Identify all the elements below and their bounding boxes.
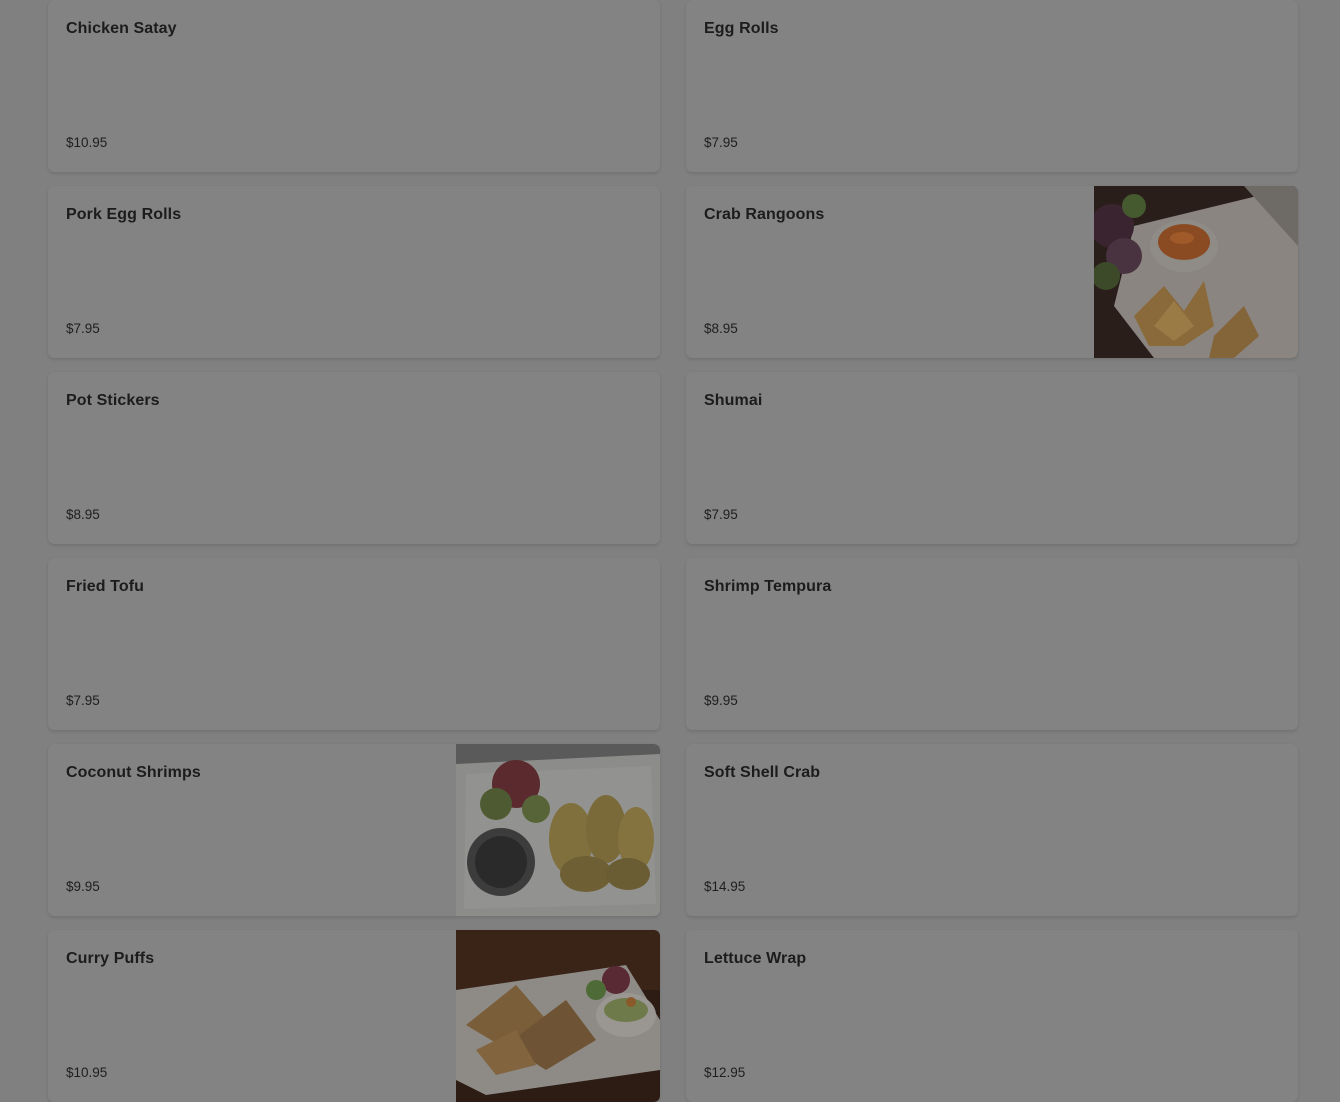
menu-item-price: $10.95: [66, 135, 108, 150]
menu-item-name: Fried Tofu: [66, 578, 145, 595]
menu-item-name: Coconut Shrimps: [66, 764, 201, 781]
menu-item-price: $7.95: [704, 507, 738, 522]
menu-item-name: Chicken Satay: [66, 20, 177, 37]
menu-item-card[interactable]: Fried Tofu $7.95: [48, 558, 660, 730]
menu-item-card[interactable]: Soft Shell Crab $14.95: [686, 744, 1298, 916]
menu-item-name: Pork Egg Rolls: [66, 206, 182, 223]
menu-item-card[interactable]: Crab Rangoons $8.95: [686, 186, 1298, 358]
crab-rangoons-photo: [1094, 186, 1298, 358]
menu-item-price: $12.95: [704, 1065, 746, 1080]
menu-item-card[interactable]: Lettuce Wrap $12.95: [686, 930, 1298, 1102]
menu-item-name: Soft Shell Crab: [704, 764, 821, 781]
menu-item-price: $14.95: [704, 879, 746, 894]
menu-item-price: $9.95: [704, 693, 738, 708]
menu-item-card[interactable]: Chicken Satay $10.95: [48, 0, 660, 172]
menu-item-name: Curry Puffs: [66, 950, 155, 967]
menu-item-card[interactable]: Curry Puffs $10.95: [48, 930, 660, 1102]
menu-item-price: $7.95: [66, 693, 100, 708]
menu-item-price: $7.95: [66, 321, 100, 336]
menu-item-name: Lettuce Wrap: [704, 950, 807, 967]
menu-item-name: Shumai: [704, 392, 763, 409]
menu-item-card[interactable]: Pot Stickers $8.95: [48, 372, 660, 544]
menu-item-name: Pot Stickers: [66, 392, 160, 409]
menu-grid: Chicken Satay $10.95 Egg Rolls $7.95 Por…: [48, 0, 1298, 1102]
coconut-shrimps-photo: [456, 744, 660, 916]
menu-item-price: $10.95: [66, 1065, 108, 1080]
menu-item-card[interactable]: Shrimp Tempura $9.95: [686, 558, 1298, 730]
menu-item-name: Shrimp Tempura: [704, 578, 832, 595]
menu-item-card[interactable]: Shumai $7.95: [686, 372, 1298, 544]
menu-item-card[interactable]: Pork Egg Rolls $7.95: [48, 186, 660, 358]
menu-item-card[interactable]: Coconut Shrimps $9.95: [48, 744, 660, 916]
menu-item-card[interactable]: Egg Rolls $7.95: [686, 0, 1298, 172]
menu-item-name: Egg Rolls: [704, 20, 779, 37]
menu-item-price: $9.95: [66, 879, 100, 894]
menu-item-price: $8.95: [704, 321, 738, 336]
curry-puffs-photo: [456, 930, 660, 1102]
menu-item-price: $8.95: [66, 507, 100, 522]
menu-item-price: $7.95: [704, 135, 738, 150]
menu-item-name: Crab Rangoons: [704, 206, 825, 223]
